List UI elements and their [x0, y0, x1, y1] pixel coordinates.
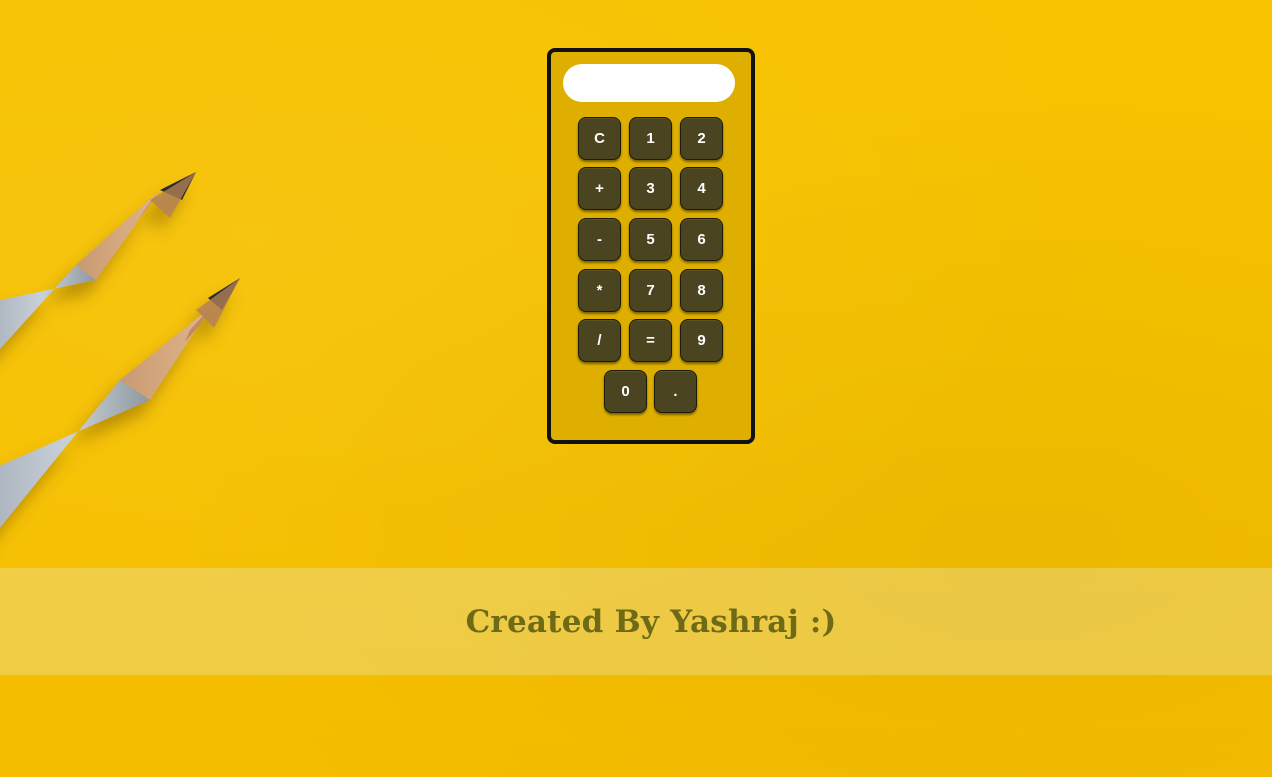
- key-1[interactable]: 1: [629, 117, 672, 160]
- key-multiply[interactable]: *: [578, 269, 621, 312]
- key-6[interactable]: 6: [680, 218, 723, 261]
- key-equals[interactable]: =: [629, 319, 672, 362]
- key-0[interactable]: 0: [604, 370, 647, 413]
- key-minus[interactable]: -: [578, 218, 621, 261]
- calculator-display[interactable]: [563, 64, 735, 102]
- key-5[interactable]: 5: [629, 218, 672, 261]
- key-3[interactable]: 3: [629, 167, 672, 210]
- footer-banner: Created By Yashraj :): [0, 568, 1272, 675]
- key-clear[interactable]: C: [578, 117, 621, 160]
- pencils-decoration: [0, 172, 240, 528]
- key-divide[interactable]: /: [578, 319, 621, 362]
- credit-text: Created By Yashraj :): [465, 603, 837, 640]
- key-8[interactable]: 8: [680, 269, 723, 312]
- key-2[interactable]: 2: [680, 117, 723, 160]
- key-decimal[interactable]: .: [654, 370, 697, 413]
- pencil-icon: [0, 278, 240, 528]
- key-9[interactable]: 9: [680, 319, 723, 362]
- key-7[interactable]: 7: [629, 269, 672, 312]
- key-plus[interactable]: +: [578, 167, 621, 210]
- pencil-icon: [0, 172, 196, 349]
- calculator: C 1 2 + 3 4 - 5 6 * 7 8 / = 9 0 .: [547, 48, 755, 444]
- key-4[interactable]: 4: [680, 167, 723, 210]
